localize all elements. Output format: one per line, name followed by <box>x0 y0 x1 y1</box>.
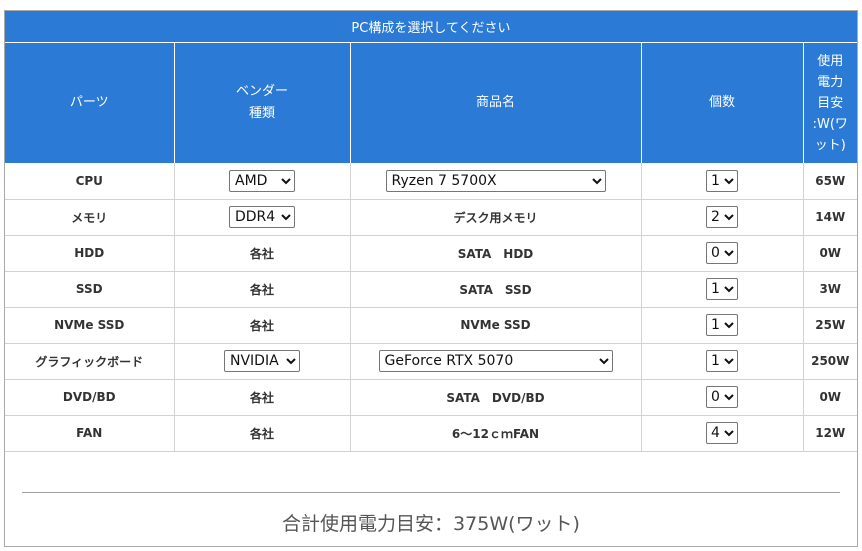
vendor-cell: DDR4 <box>174 199 351 236</box>
part-name: FAN <box>5 415 175 452</box>
count-cell: 1 <box>641 271 804 308</box>
part-name: DVD/BD <box>5 379 175 416</box>
header-vendor-line1: ベンダー <box>235 84 288 99</box>
count-select[interactable]: 1 <box>706 314 738 336</box>
header-product: 商品名 <box>350 42 642 163</box>
power-value: 12W <box>803 415 857 452</box>
count-cell: 1 <box>641 307 804 344</box>
count-cell: 0 <box>641 379 804 416</box>
total-power-text: 合計使用電力目安：375W(ワット) <box>282 513 580 535</box>
count-select[interactable]: 4 <box>706 422 738 444</box>
header-power-line3: 目安 <box>817 95 844 111</box>
count-select[interactable]: 1 <box>706 278 738 300</box>
part-name: HDD <box>5 235 175 272</box>
part-name: メモリ <box>5 199 175 236</box>
vendor-name: 各社 <box>174 415 351 452</box>
vendor-name: 各社 <box>174 271 351 308</box>
header-count: 個数 <box>641 42 804 163</box>
product-name: 6～12ｃｍFAN <box>350 415 642 452</box>
power-value: 0W <box>803 379 857 416</box>
power-value: 65W <box>803 163 857 200</box>
table-row: FAN 各社 6～12ｃｍFAN 4 12W <box>5 415 857 452</box>
table-row: CPU AMD Ryzen 7 5700X 1 65W <box>5 163 857 200</box>
table-row: DVD/BD 各社 SATA DVD/BD 0 0W <box>5 379 857 416</box>
part-name: NVMe SSD <box>5 307 175 344</box>
product-cell: GeForce RTX 5070 <box>350 343 642 380</box>
product-name: SATA HDD <box>350 235 642 272</box>
header-parts: パーツ <box>5 42 175 163</box>
table-row: グラフィックボード NVIDIA GeForce RTX 5070 1 250W <box>5 343 857 380</box>
product-cell: Ryzen 7 5700X <box>350 163 642 200</box>
count-cell: 2 <box>641 199 804 236</box>
header-power-line1: 使用 <box>817 53 844 69</box>
vendor-cell: AMD <box>174 163 351 200</box>
count-select[interactable]: 0 <box>706 386 738 408</box>
header-vendor-line2: 種類 <box>248 106 275 121</box>
vendor-name: 各社 <box>174 379 351 416</box>
vendor-select[interactable]: DDR4 <box>229 206 295 228</box>
table-title: PC構成を選択してください <box>5 11 857 43</box>
header-vendor: ベンダー 種類 <box>174 42 351 163</box>
vendor-select[interactable]: NVIDIA <box>224 350 300 372</box>
header-power: 使用 電力 目安 :W(ワ ット) <box>803 42 857 163</box>
table-row: SSD 各社 SATA SSD 1 3W <box>5 271 857 308</box>
product-name: デスク用メモリ <box>350 199 642 236</box>
power-value: 250W <box>803 343 857 380</box>
product-select[interactable]: Ryzen 7 5700X <box>385 169 606 192</box>
divider <box>22 492 840 493</box>
pc-config-table: PC構成を選択してください パーツ ベンダー 種類 商品名 個数 使用 電力 目… <box>5 11 857 452</box>
count-select[interactable]: 1 <box>706 350 738 372</box>
table-row: NVMe SSD 各社 NVMe SSD 1 25W <box>5 307 857 344</box>
pc-config-panel: PC構成を選択してください パーツ ベンダー 種類 商品名 個数 使用 電力 目… <box>4 10 858 547</box>
power-value: 0W <box>803 235 857 272</box>
total-section: 合計使用電力目安：375W(ワット) <box>5 463 857 548</box>
count-cell: 0 <box>641 235 804 272</box>
vendor-cell: NVIDIA <box>174 343 351 380</box>
vendor-name: 各社 <box>174 307 351 344</box>
table-row: HDD 各社 SATA HDD 0 0W <box>5 235 857 272</box>
count-cell: 1 <box>641 343 804 380</box>
count-select[interactable]: 0 <box>706 242 738 264</box>
header-power-line2: 電力 <box>817 74 844 90</box>
power-value: 14W <box>803 199 857 236</box>
part-name: CPU <box>5 163 175 200</box>
count-cell: 1 <box>641 163 804 200</box>
part-name: SSD <box>5 271 175 308</box>
power-value: 25W <box>803 307 857 344</box>
vendor-select[interactable]: AMD <box>229 169 295 192</box>
product-name: NVMe SSD <box>350 307 642 344</box>
vendor-name: 各社 <box>174 235 351 272</box>
product-select[interactable]: GeForce RTX 5070 <box>378 350 613 372</box>
product-name: SATA SSD <box>350 271 642 308</box>
header-power-line5: ット) <box>814 137 846 153</box>
table-row: メモリ DDR4 デスク用メモリ 2 14W <box>5 199 857 236</box>
product-name: SATA DVD/BD <box>350 379 642 416</box>
power-value: 3W <box>803 271 857 308</box>
count-cell: 4 <box>641 415 804 452</box>
header-power-line4: :W(ワ <box>812 116 848 132</box>
part-name: グラフィックボード <box>5 343 175 380</box>
count-select[interactable]: 2 <box>706 206 738 228</box>
count-select[interactable]: 1 <box>706 169 738 192</box>
